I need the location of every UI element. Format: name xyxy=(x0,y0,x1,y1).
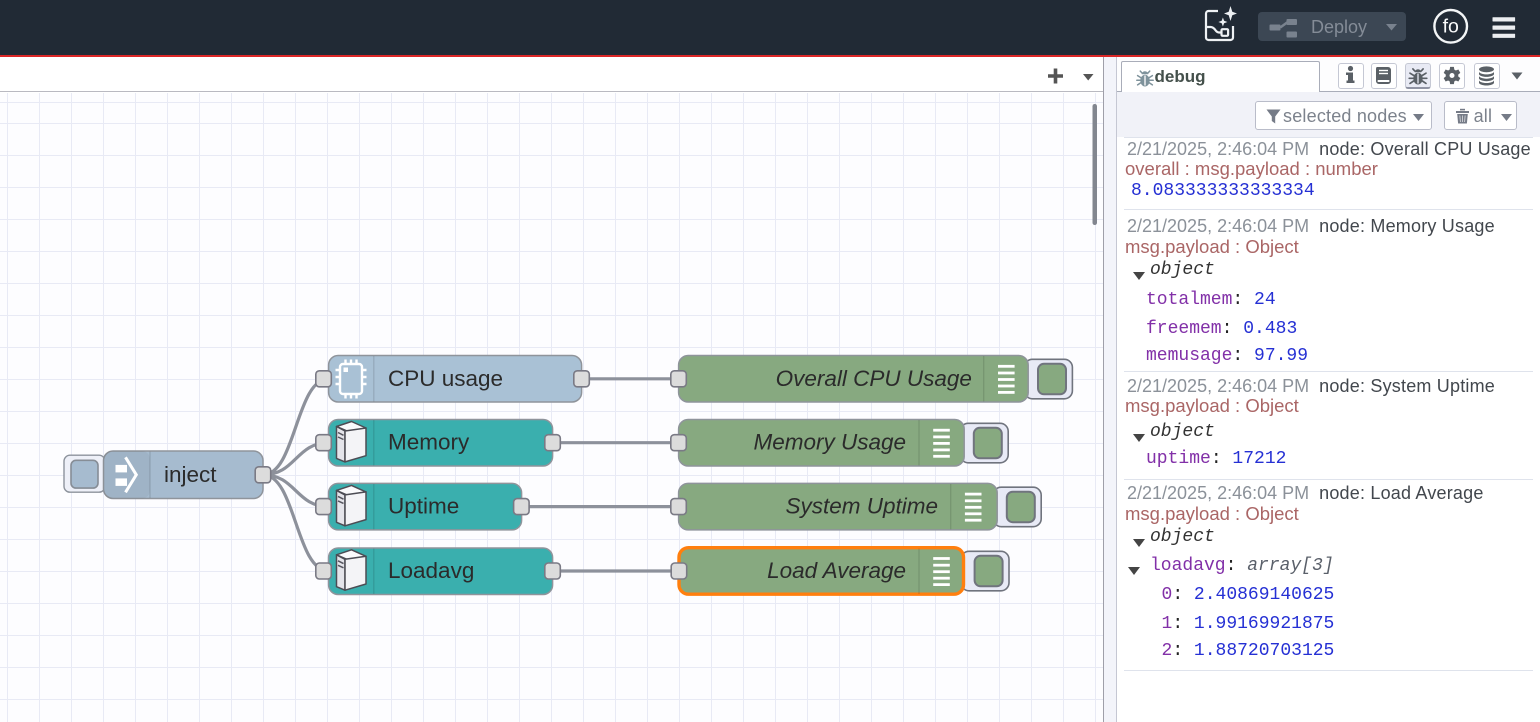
svg-text:Memory Usage: Memory Usage xyxy=(753,430,906,455)
svg-text:fo: fo xyxy=(1443,16,1459,38)
svg-text:Load Average: Load Average xyxy=(767,558,906,583)
svg-text:Deploy: Deploy xyxy=(1311,17,1367,37)
svg-text:Memory: Memory xyxy=(388,430,470,455)
svg-text:System Uptime: System Uptime xyxy=(785,494,938,519)
svg-text:CPU usage: CPU usage xyxy=(388,366,503,391)
svg-text:Uptime: Uptime xyxy=(388,494,459,519)
svg-text:Overall CPU Usage: Overall CPU Usage xyxy=(776,366,972,391)
svg-text:inject: inject xyxy=(164,462,217,487)
svg-text:Loadavg: Loadavg xyxy=(388,558,474,583)
